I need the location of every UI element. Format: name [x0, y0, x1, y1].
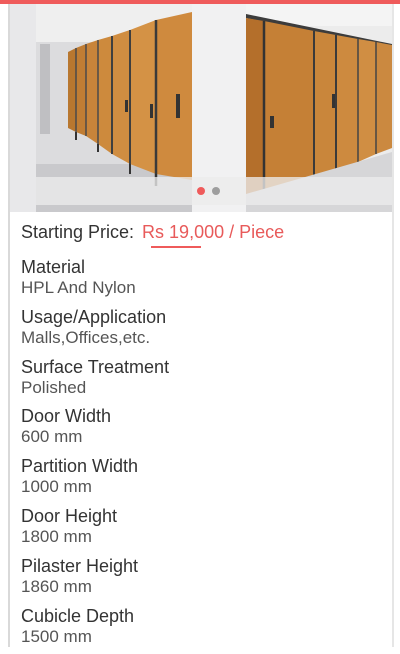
carousel-dot[interactable] — [212, 187, 220, 195]
product-image-carousel[interactable] — [10, 4, 392, 212]
spec-label: Usage/Application — [21, 306, 167, 327]
spec-label: Material — [21, 257, 86, 277]
spec-value: HPL And Nylon — [21, 278, 136, 297]
spec-label: Door Width — [21, 406, 112, 427]
carousel-dot-active[interactable] — [197, 187, 205, 195]
price-label: Starting Price: — [21, 222, 135, 242]
spec-value: 1800 mm — [21, 526, 92, 546]
carousel-indicator-bar — [36, 177, 392, 205]
spec-label: Cubicle Depth — [21, 605, 135, 626]
spec-value: 1860 mm — [21, 576, 92, 596]
spec-door-width: Door Width 600 mm — [21, 405, 381, 455]
starting-price-row: Starting Price: Rs 19,000 / Piece — [21, 218, 381, 248]
spec-label: Partition Width — [21, 456, 139, 477]
spec-value: 1000 mm — [21, 477, 92, 497]
spec-value: Polished — [21, 377, 87, 397]
specifications-list: Material HPL And Nylon Usage/Application… — [21, 256, 381, 654]
card-border-right — [392, 4, 394, 647]
spec-usage-application: Usage/Application Malls,Offices,etc. — [21, 306, 381, 356]
spec-value: Malls,Offices,etc. — [21, 327, 151, 347]
spec-value: 1500 mm — [21, 626, 92, 646]
spec-label: Surface Treatment — [21, 356, 170, 377]
spec-material: Material HPL And Nylon — [21, 256, 381, 306]
spec-label: Door Height — [21, 505, 118, 526]
price-value[interactable]: Rs 19,000 / Piece — [142, 222, 284, 242]
price-underline — [151, 246, 201, 248]
spec-partition-width: Partition Width 1000 mm — [21, 455, 381, 505]
spec-pilaster-height: Pilaster Height 1860 mm — [21, 555, 381, 605]
spec-door-height: Door Height 1800 mm — [21, 505, 381, 555]
spec-surface-treatment: Surface Treatment Polished — [21, 356, 381, 406]
spec-value: 600 mm — [21, 427, 83, 447]
spec-label: Pilaster Height — [21, 555, 139, 576]
